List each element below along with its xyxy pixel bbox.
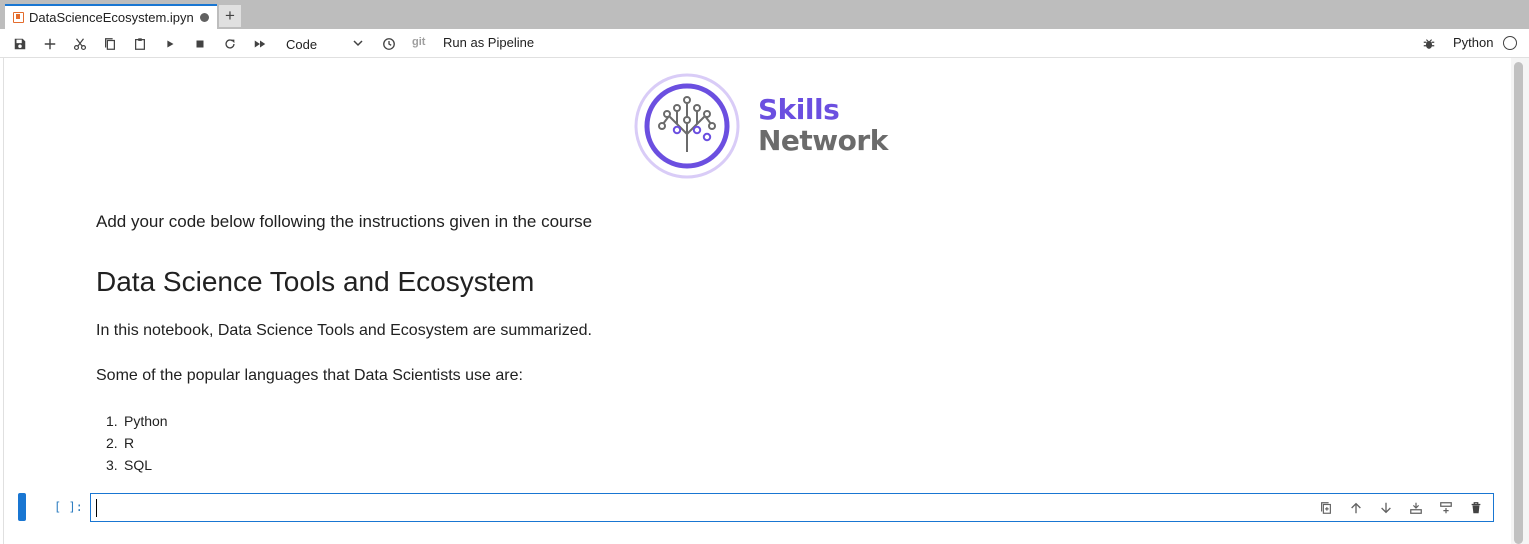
run-cell-button[interactable] (159, 33, 181, 55)
fast-forward-icon (254, 40, 266, 48)
notebook-tab[interactable]: DataScienceEcosystem.ipyn (5, 4, 217, 29)
new-tab-button[interactable]: + (219, 5, 241, 27)
list-item: 3. SQL (106, 457, 153, 473)
save-icon (14, 38, 26, 50)
trash-icon (1471, 502, 1481, 514)
scrollbar-thumb[interactable] (1514, 62, 1523, 544)
active-cell-indicator[interactable] (18, 493, 26, 521)
git-button[interactable]: git (412, 36, 425, 48)
cell-type-value: Code (286, 36, 318, 52)
debugger-button[interactable] (1418, 33, 1440, 55)
text-cursor (96, 499, 97, 517)
tab-title: DataScienceEcosystem.ipyn (29, 10, 194, 25)
clipboard-icon (135, 38, 145, 50)
unsaved-indicator-icon[interactable] (199, 13, 209, 22)
delete-cell-button[interactable] (1467, 499, 1485, 517)
play-icon (167, 40, 174, 48)
interrupt-kernel-button[interactable] (189, 33, 211, 55)
bug-icon (1423, 39, 1435, 49)
clock-icon (383, 38, 395, 50)
copy-icon (105, 38, 115, 50)
refresh-icon (225, 39, 235, 49)
plus-icon (44, 38, 56, 50)
move-cell-up-button[interactable] (1347, 499, 1365, 517)
notebook-icon (13, 12, 24, 23)
logo-text-skills: Skills (758, 93, 840, 126)
insert-cell-below-button[interactable] (1437, 499, 1455, 517)
insert-above-icon (1410, 502, 1422, 514)
insert-cell-button[interactable] (39, 33, 61, 55)
scissors-icon (73, 38, 87, 51)
arrow-down-icon (1381, 502, 1391, 514)
list-item: 1. Python (106, 413, 168, 429)
kernel-name[interactable]: Python (1453, 35, 1493, 50)
restart-kernel-button[interactable] (219, 33, 241, 55)
notebook-toolbar: Code git Run as Pipeline Python (0, 29, 1529, 58)
tab-bar: DataScienceEcosystem.ipyn + (0, 0, 1529, 29)
copy-button[interactable] (99, 33, 121, 55)
save-button[interactable] (9, 33, 31, 55)
intro-paragraph: In this notebook, Data Science Tools and… (96, 322, 592, 339)
instruction-text: Add your code below following the instru… (96, 212, 593, 231)
paste-button[interactable] (129, 33, 151, 55)
chevron-down-icon (353, 40, 363, 47)
cell-prompt: [ ]: (54, 500, 83, 514)
kernel-status-icon (1503, 36, 1517, 50)
duplicate-icon (1321, 502, 1331, 514)
move-cell-down-button[interactable] (1377, 499, 1395, 517)
duplicate-cell-button[interactable] (1317, 499, 1335, 517)
notebook-heading: Data Science Tools and Ecosystem (96, 266, 535, 297)
list-item: 2. R (106, 435, 135, 451)
arrow-up-icon (1351, 502, 1361, 514)
cell-type-select[interactable]: Code (280, 33, 368, 55)
insert-below-icon (1440, 502, 1452, 514)
code-cell-input[interactable] (90, 493, 1494, 522)
cut-button[interactable] (69, 33, 91, 55)
run-as-pipeline-button[interactable]: Run as Pipeline (443, 35, 534, 50)
logo-text-network: Network (758, 124, 888, 157)
history-button[interactable] (378, 33, 400, 55)
stop-icon (196, 40, 204, 48)
restart-run-all-button[interactable] (249, 33, 271, 55)
languages-list: 1. Python 2. R 3. SQL (106, 410, 168, 476)
languages-intro: Some of the popular languages that Data … (96, 367, 523, 384)
insert-cell-above-button[interactable] (1407, 499, 1425, 517)
